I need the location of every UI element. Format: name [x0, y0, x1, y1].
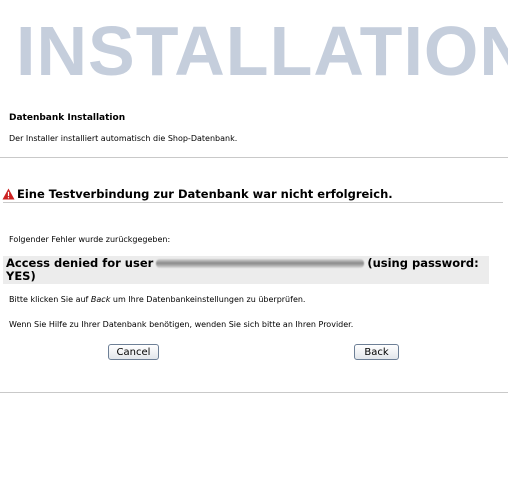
section-title: Datenbank Installation — [9, 113, 126, 123]
back-hint-word: Back — [90, 295, 111, 304]
cancel-button[interactable]: Cancel — [108, 344, 159, 360]
back-hint-prefix: Bitte klicken Sie auf — [9, 295, 91, 304]
back-button[interactable]: Back — [354, 344, 399, 360]
warning-icon — [2, 188, 15, 200]
error-suffix: (using password: — [367, 256, 479, 270]
error-label: Folgender Fehler wurde zurückgegeben: — [9, 235, 171, 244]
divider-warning — [3, 202, 503, 203]
error-prefix: Access denied for user — [6, 256, 154, 270]
warning-row: Eine Testverbindung zur Datenbank war ni… — [2, 186, 393, 202]
back-hint-suffix: um Ihre Datenbankeinstellungen zu überpr… — [110, 295, 306, 304]
warning-message: Eine Testverbindung zur Datenbank war ni… — [17, 187, 393, 201]
back-hint: Bitte klicken Sie auf Back um Ihre Daten… — [9, 295, 305, 304]
divider-top — [0, 157, 508, 158]
divider-bottom — [0, 392, 508, 393]
provider-hint: Wenn Sie Hilfe zu Ihrer Datenbank benöti… — [9, 320, 354, 329]
redacted-username — [156, 259, 365, 268]
section-description: Der Installer installiert automatisch di… — [9, 134, 238, 143]
installation-banner: INSTALLATION — [16, 12, 508, 90]
error-line-2: YES) — [6, 269, 36, 283]
error-line-1: Access denied for user (using password: — [6, 256, 479, 270]
error-box: Access denied for user (using password: Y… — [3, 256, 489, 284]
